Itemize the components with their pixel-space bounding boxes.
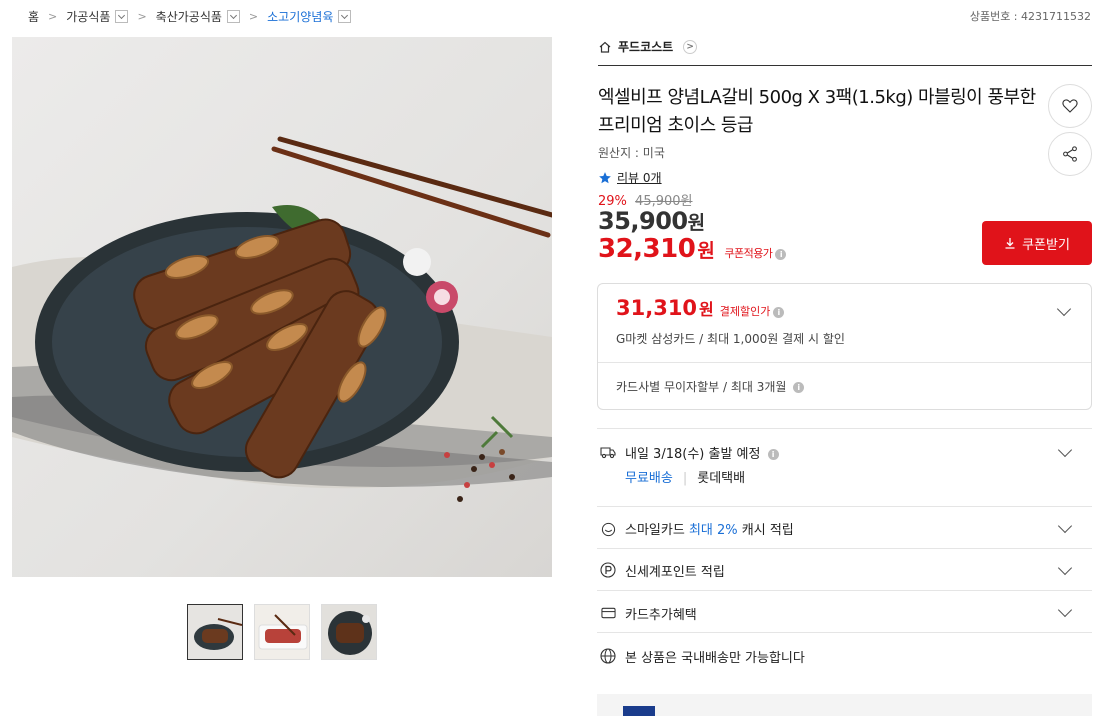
thumbnail-1[interactable] xyxy=(187,604,243,660)
origin-text: 원산지 : 미국 xyxy=(598,146,665,160)
heart-icon xyxy=(1062,99,1078,113)
review-link[interactable]: 리뷰 0개 xyxy=(598,169,662,186)
sale-price-unit: 원 xyxy=(687,212,705,234)
breadcrumb-level3[interactable]: 소고기양념육 xyxy=(267,8,333,25)
shipping-detail: 무료배송 | 롯데택배 xyxy=(625,467,745,486)
chevron-down-icon[interactable] xyxy=(1057,602,1073,618)
divider xyxy=(598,362,1091,363)
breadcrumb-level2[interactable]: 축산가공식품 xyxy=(156,8,222,25)
breadcrumb-home[interactable]: 홈 xyxy=(28,8,39,25)
download-icon xyxy=(1005,238,1015,249)
installment-info: 카드사별 무이자할부 / 최대 3개월 i xyxy=(616,378,805,395)
shipping-date-text: 내일 3/18(수) 출발 예정 xyxy=(625,447,761,462)
review-count: 리뷰 0개 xyxy=(617,171,662,185)
chevron-right-icon: > xyxy=(48,9,58,23)
chevron-down-icon[interactable] xyxy=(1057,518,1073,534)
card-discount-price: 31,310 원 결제할인가 i xyxy=(616,296,785,320)
galbi-plate-illustration xyxy=(12,136,552,502)
smilecard-suffix: 캐시 적립 xyxy=(741,523,794,538)
carrier-name: 롯데택배 xyxy=(697,471,746,486)
truck-icon xyxy=(600,444,616,460)
breadcrumb-level1[interactable]: 가공식품 xyxy=(66,8,110,25)
thumbnail-image xyxy=(322,605,376,659)
promo-banner[interactable] xyxy=(597,694,1092,716)
coupon-price-label: 쿠폰적용가 xyxy=(724,247,773,260)
smilecard-text: 스마일카드 최대 2% 캐시 적립 xyxy=(625,519,794,538)
star-icon xyxy=(599,171,611,183)
breadcrumb: 홈 > 가공식품 > 축산가공식품 > 소고기양념육 xyxy=(28,6,352,26)
domestic-label: 본 상품은 국내배송만 가능합니다 xyxy=(625,651,805,666)
smilecard-row[interactable]: 스마일카드 최대 2% 캐시 적립 xyxy=(597,506,1092,548)
chevron-down-icon[interactable] xyxy=(1056,301,1072,317)
smilecard-highlight: 최대 2% xyxy=(688,523,738,538)
coupon-price: 32,310 원 쿠폰적용가 i xyxy=(598,234,787,264)
sale-price: 35,900원 xyxy=(598,207,705,235)
wishlist-button[interactable] xyxy=(1048,84,1092,128)
thumbnail-3[interactable] xyxy=(321,604,377,660)
installment-text: 카드사별 무이자할부 / 최대 3개월 xyxy=(616,380,787,394)
info-icon[interactable]: i xyxy=(775,249,787,260)
dropdown-chevron-icon[interactable] xyxy=(226,9,240,23)
sale-price-value: 35,900 xyxy=(598,207,688,235)
shipping-row[interactable]: 내일 3/18(수) 출발 예정 i 무료배송 | 롯데택배 xyxy=(597,428,1092,505)
store-link[interactable]: 푸드코스트 > xyxy=(598,38,698,55)
free-shipping: 무료배송 xyxy=(625,471,673,486)
credit-card-icon xyxy=(600,605,616,621)
get-coupon-button[interactable]: 쿠폰받기 xyxy=(982,221,1092,265)
point-p-icon xyxy=(600,562,616,578)
separator: | xyxy=(682,471,688,486)
share-icon xyxy=(1063,146,1077,162)
home-icon xyxy=(599,41,611,53)
chevron-right-icon: > xyxy=(137,9,147,23)
card-price-label: 결제할인가 xyxy=(719,305,771,318)
card-price-unit: 원 xyxy=(699,300,714,319)
chevron-right-icon: > xyxy=(248,9,259,23)
info-icon[interactable]: i xyxy=(793,382,805,393)
card-price-value: 31,310 xyxy=(616,296,698,320)
thumbnail-image xyxy=(255,605,309,659)
main-product-image xyxy=(12,37,552,577)
chevron-down-icon[interactable] xyxy=(1057,560,1073,576)
divider xyxy=(598,65,1092,66)
chevron-down-icon[interactable] xyxy=(1057,442,1073,458)
get-coupon-label: 쿠폰받기 xyxy=(1022,237,1070,253)
smilecard-prefix: 스마일카드 xyxy=(625,523,685,538)
card-discount-box[interactable]: 31,310 원 결제할인가 i G마켓 삼성카드 / 최대 1,000원 결제 … xyxy=(597,283,1092,410)
domestic-row: 본 상품은 국내배송만 가능합니다 xyxy=(597,632,1092,676)
points-label: 신세계포인트 적립 xyxy=(625,565,725,580)
globe-icon xyxy=(600,648,616,664)
info-icon[interactable]: i xyxy=(767,449,779,460)
points-row[interactable]: 신세계포인트 적립 xyxy=(597,548,1092,590)
dropdown-chevron-icon[interactable] xyxy=(115,9,129,23)
info-icon[interactable]: i xyxy=(773,307,785,318)
thumbnail-2[interactable] xyxy=(254,604,310,660)
coupon-price-unit: 원 xyxy=(697,240,715,262)
card-thumbnail-icon xyxy=(623,706,655,716)
store-name: 푸드코스트 xyxy=(618,40,674,54)
card-extra-label: 카드추가혜택 xyxy=(625,608,697,623)
share-button[interactable] xyxy=(1048,132,1092,176)
card-extra-row[interactable]: 카드추가혜택 xyxy=(597,590,1092,632)
dropdown-chevron-icon[interactable] xyxy=(338,9,352,23)
shipping-date: 내일 3/18(수) 출발 예정 i xyxy=(625,443,779,462)
smile-icon xyxy=(600,521,616,537)
card-discount-desc: G마켓 삼성카드 / 최대 1,000원 결제 시 할인 xyxy=(616,332,845,346)
thumbnail-image xyxy=(188,605,242,659)
product-title: 엑셀비프 양념LA갈비 500g X 3팩(1.5kg) 마블링이 풍부한 프리… xyxy=(598,87,1036,136)
product-number: 상품번호 : 4231711532 xyxy=(969,10,1091,23)
chevron-right-icon: > xyxy=(683,39,698,54)
thumbnail-list xyxy=(187,604,377,660)
coupon-price-value: 32,310 xyxy=(598,234,696,264)
